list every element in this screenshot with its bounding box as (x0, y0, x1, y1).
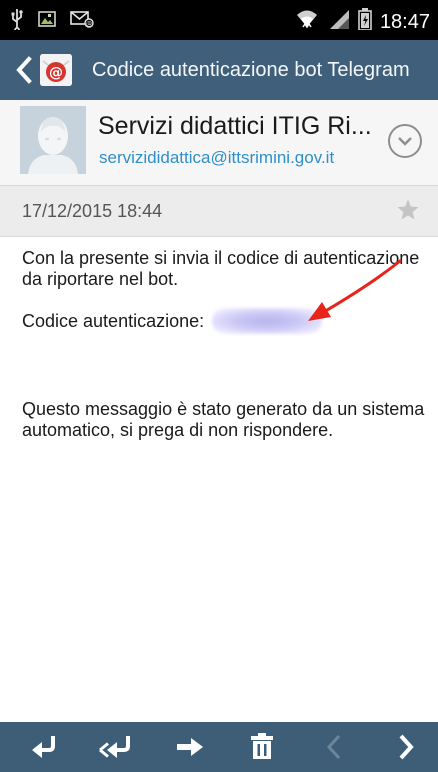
image-notification-icon (38, 10, 56, 33)
code-label: Codice autenticazione: (22, 310, 205, 331)
battery-icon (358, 8, 372, 35)
sender-name: Servizi didattici ITIG Ri... (98, 112, 372, 140)
message-paragraph: Questo messaggio è stato generato da un … (22, 399, 425, 440)
avatar[interactable] (20, 106, 86, 174)
action-bar: @ Codice autenticazione bot Telegram (0, 40, 438, 100)
annotation-arrow (308, 259, 402, 321)
email-viewer-screen: @ 18:47 @ Codice autenticazione bot Tele… (0, 0, 438, 772)
received-date: 17/12/2015 18:44 (22, 201, 163, 221)
wifi-icon (294, 7, 320, 36)
chevron-down-circle-icon[interactable] (388, 124, 422, 158)
clock: 18:47 (379, 10, 430, 33)
email-notification-icon: @ (70, 10, 94, 33)
email-app-icon[interactable]: @ (40, 54, 72, 86)
usb-icon (10, 8, 24, 35)
next-icon[interactable] (386, 730, 426, 764)
signal-icon (328, 8, 350, 35)
svg-text:@: @ (49, 65, 63, 81)
status-bar: @ 18:47 (0, 0, 438, 40)
date-row: 17/12/2015 18:44 (0, 186, 438, 237)
sender-header[interactable]: Servizi didattici ITIG Ri... servizidida… (0, 100, 438, 186)
bottom-toolbar (0, 722, 438, 772)
star-icon[interactable] (396, 198, 420, 222)
delete-icon[interactable] (242, 730, 282, 764)
svg-text:@: @ (86, 21, 92, 28)
chevron-left-icon[interactable] (14, 56, 34, 84)
email-subject: Codice autenticazione bot Telegram (92, 59, 410, 81)
forward-icon[interactable] (170, 730, 210, 764)
reply-icon[interactable] (24, 730, 64, 764)
sender-email[interactable]: servizididattica@ittsrimini.gov.it (99, 147, 334, 169)
previous-icon (314, 730, 354, 764)
reply-all-icon[interactable] (96, 730, 136, 764)
